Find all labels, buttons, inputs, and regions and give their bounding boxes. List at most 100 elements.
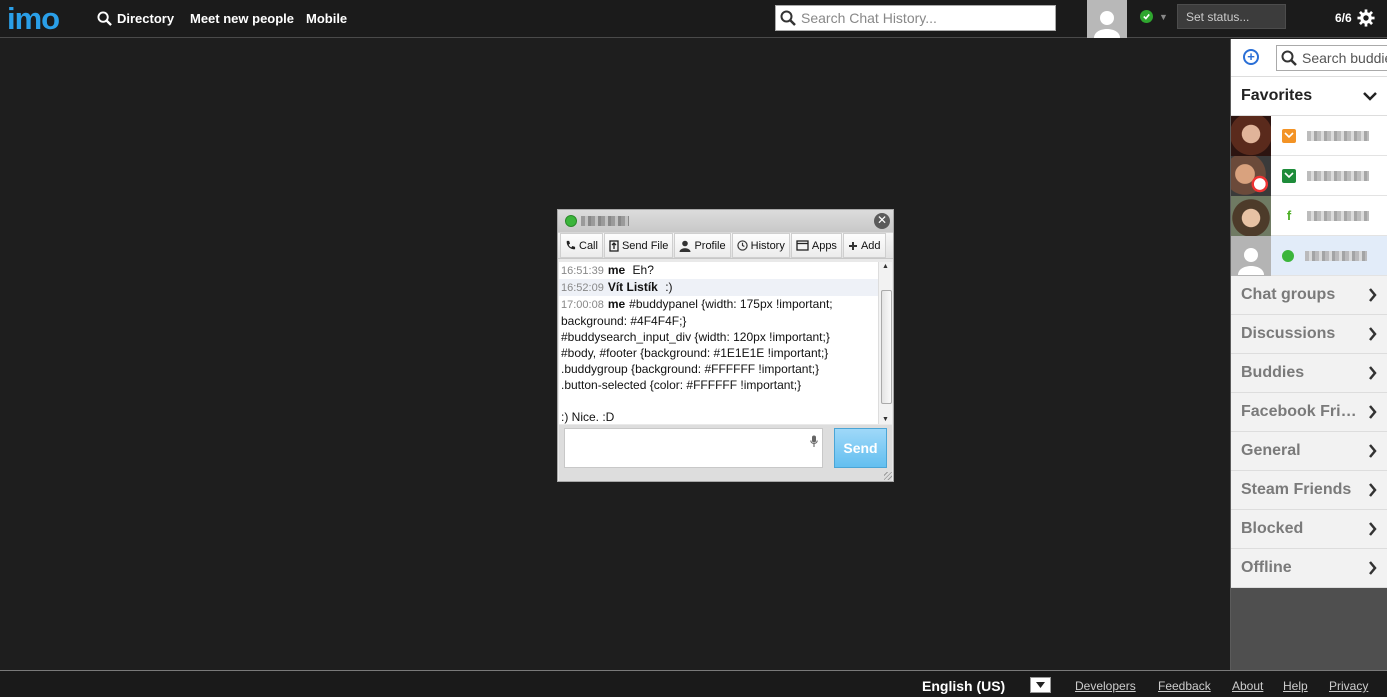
buddy-name-obscured xyxy=(1307,170,1369,181)
footer-link-about[interactable]: About xyxy=(1232,679,1263,693)
group-offline[interactable]: Offline xyxy=(1231,549,1387,588)
add-label: Add xyxy=(860,239,881,252)
clock-icon xyxy=(736,240,748,251)
message-text: Eh? xyxy=(632,263,654,277)
buddy-avatar xyxy=(1231,235,1271,276)
status-selector[interactable]: ▼ xyxy=(1140,10,1168,23)
footer-link-help[interactable]: Help xyxy=(1283,679,1308,693)
phone-icon xyxy=(566,240,576,250)
buddy-name-obscured xyxy=(1305,250,1367,261)
user-silhouette-icon xyxy=(1238,247,1264,275)
buddy-row[interactable] xyxy=(1231,155,1387,196)
profile-label: Profile xyxy=(694,239,726,252)
call-button[interactable]: Call xyxy=(560,233,603,258)
chat-message: 17:00:08 me #buddypanel {width: 175px !imp… xyxy=(559,296,878,424)
hangouts-protocol-icon xyxy=(1282,168,1296,183)
user-silhouette-icon xyxy=(1094,11,1120,38)
buddy-row[interactable] xyxy=(1231,115,1387,156)
send-button[interactable]: Send xyxy=(834,428,887,468)
buddy-panel: + Favorites f Chat groups xyxy=(1230,39,1387,670)
buddy-avatar xyxy=(1231,115,1271,156)
chat-message: 16:52:09 Vít Listík :) xyxy=(559,279,878,296)
chevron-down-icon: ▼ xyxy=(1159,11,1168,22)
online-status-icon xyxy=(1282,249,1294,262)
footer-link-feedback[interactable]: Feedback xyxy=(1158,679,1211,693)
profile-button[interactable]: Profile xyxy=(674,233,731,258)
gear-icon[interactable] xyxy=(1357,9,1375,32)
search-history-input[interactable] xyxy=(801,10,1041,26)
chat-input-area: Send xyxy=(559,425,892,481)
chat-title-bar[interactable]: ✕ xyxy=(558,210,893,232)
online-status-icon xyxy=(1140,10,1153,23)
search-icon xyxy=(780,10,796,26)
set-status-field[interactable]: Set status... xyxy=(1177,4,1286,29)
chevron-right-icon xyxy=(1369,405,1377,419)
group-label: General xyxy=(1241,442,1301,459)
group-label: Chat groups xyxy=(1241,286,1336,303)
chevron-down-icon xyxy=(1363,92,1377,101)
buddy-search-box[interactable] xyxy=(1276,45,1387,71)
group-discussions[interactable]: Discussions xyxy=(1231,315,1387,354)
buddy-row-selected[interactable] xyxy=(1231,235,1387,276)
search-icon xyxy=(1281,50,1297,66)
message-sender: me xyxy=(607,263,626,277)
chevron-right-icon xyxy=(1369,483,1377,497)
facebook-protocol-icon: f xyxy=(1286,208,1292,223)
history-button[interactable]: History xyxy=(731,233,790,258)
chat-scrollbar[interactable]: ▲ ▼ xyxy=(878,262,892,424)
group-favorites[interactable]: Favorites xyxy=(1231,77,1387,116)
buddy-search-input[interactable] xyxy=(1302,50,1387,66)
chat-window: ✕ Call Send File Profile History Apps Ad… xyxy=(557,209,894,482)
online-status-icon xyxy=(565,215,577,227)
group-chat-groups[interactable]: Chat groups xyxy=(1231,276,1387,315)
chevron-right-icon xyxy=(1369,444,1377,458)
footer-link-privacy[interactable]: Privacy xyxy=(1329,679,1368,693)
apps-button[interactable]: Apps xyxy=(790,233,842,258)
send-file-button[interactable]: Send File xyxy=(603,233,674,258)
scroll-up-icon[interactable]: ▲ xyxy=(882,263,889,270)
call-label: Call xyxy=(579,239,598,252)
nav-directory[interactable]: Directory xyxy=(97,11,174,26)
group-label: Steam Friends xyxy=(1241,481,1352,498)
plus-icon xyxy=(848,241,857,250)
footer-link-developers[interactable]: Developers xyxy=(1075,679,1136,693)
message-text: :) xyxy=(665,280,673,294)
buddy-row[interactable]: f xyxy=(1231,195,1387,236)
scrollbar-thumb[interactable] xyxy=(881,290,892,404)
user-avatar[interactable] xyxy=(1087,0,1127,38)
search-history-box[interactable] xyxy=(775,5,1056,31)
message-input[interactable] xyxy=(565,429,800,467)
message-text: #buddypanel {width: 175px !important; ba… xyxy=(561,297,833,424)
message-sender: me xyxy=(607,297,626,311)
window-icon xyxy=(796,240,809,251)
message-input-box[interactable] xyxy=(564,428,823,468)
language-dropdown[interactable] xyxy=(1030,677,1051,693)
chat-message-log[interactable]: 16:51:39 me Eh? 16:52:09 Vít Listík :) 17:… xyxy=(559,262,878,424)
footer: English (US) Developers Feedback About H… xyxy=(0,670,1387,697)
imo-logo[interactable]: imo xyxy=(7,1,60,37)
send-file-label: Send File xyxy=(621,239,669,252)
user-icon xyxy=(679,240,691,252)
group-facebook-friends[interactable]: Facebook Friends xyxy=(1231,393,1387,432)
message-sender: Vít Listík xyxy=(607,280,658,294)
add-buddy-icon[interactable]: + xyxy=(1243,49,1259,65)
chevron-down-icon xyxy=(1036,682,1045,688)
chevron-right-icon xyxy=(1369,366,1377,380)
group-label: Favorites xyxy=(1241,87,1313,104)
group-steam-friends[interactable]: Steam Friends xyxy=(1231,471,1387,510)
apps-label: Apps xyxy=(811,239,837,252)
group-buddies[interactable]: Buddies xyxy=(1231,354,1387,393)
microphone-icon[interactable] xyxy=(810,435,818,448)
close-icon[interactable]: ✕ xyxy=(874,213,890,229)
group-general[interactable]: General xyxy=(1231,432,1387,471)
nav-meet-new-people[interactable]: Meet new people xyxy=(190,11,294,26)
scroll-down-icon[interactable]: ▼ xyxy=(882,416,889,423)
group-blocked[interactable]: Blocked xyxy=(1231,510,1387,549)
add-button[interactable]: Add xyxy=(842,233,886,258)
group-label: Blocked xyxy=(1241,520,1304,537)
resize-handle[interactable] xyxy=(884,472,892,480)
nav-directory-label: Directory xyxy=(117,11,175,26)
chat-message: 16:51:39 me Eh? xyxy=(559,262,878,279)
online-count: 6/6 xyxy=(1335,11,1352,25)
nav-mobile[interactable]: Mobile xyxy=(306,11,347,26)
